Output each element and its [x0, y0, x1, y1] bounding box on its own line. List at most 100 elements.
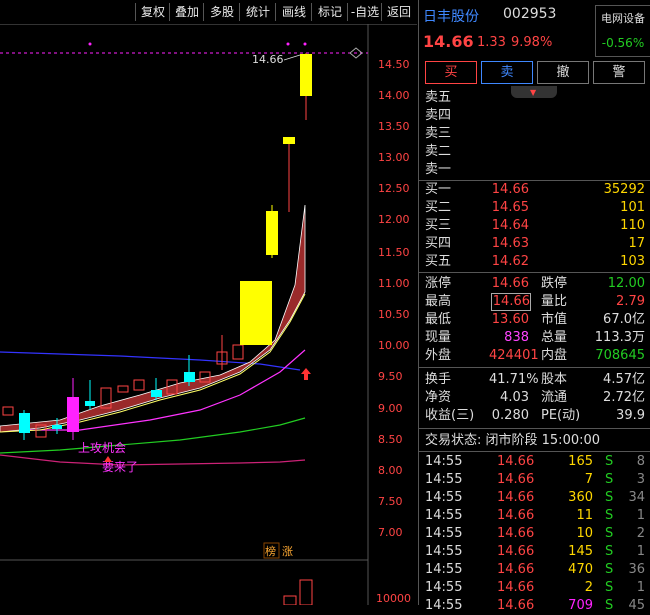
tick-row: 14:55 14.66 709 S 45: [425, 598, 645, 613]
price-label: 12.50: [378, 182, 410, 195]
price-label: 7.00: [378, 526, 403, 539]
tick-row: 14:55 14.66 470 S 36: [425, 562, 645, 577]
candle: [67, 397, 79, 432]
divider: [419, 367, 650, 368]
chart-toolbar: 复权 叠加 多股 统计 画线 标记 -自选 返回: [0, 0, 417, 25]
quote-row: 净资 4.03 流通 2.72亿: [425, 390, 645, 405]
bid-row: 买二 14.65 101: [425, 200, 645, 215]
price-label: 14.50: [378, 58, 410, 71]
statistics-button[interactable]: 统计: [239, 3, 276, 21]
candle: [300, 54, 312, 96]
bid-row: 买四 14.63 17: [425, 236, 645, 251]
candle: [184, 372, 195, 382]
candlesticks: [2, 53, 312, 440]
price-label: 8.50: [378, 433, 403, 446]
price-label: 9.00: [378, 402, 403, 415]
high-price-label: 14.66: [252, 53, 284, 66]
bid-row: 买一 14.66 35292: [425, 182, 645, 197]
mark-button[interactable]: 标记: [311, 3, 348, 21]
bid-row: 买三 14.64 110: [425, 218, 645, 233]
multi-stock-button[interactable]: 多股: [203, 3, 240, 21]
price-label: 14.00: [378, 89, 410, 102]
price-change-pct: 9.98%: [511, 35, 553, 50]
trade-status: 交易状态: 闭市阶段 15:00:00: [425, 433, 601, 448]
price-label: 7.50: [378, 495, 403, 508]
ask-row: 卖五: [425, 90, 452, 105]
sector-name: 电网设备: [601, 12, 645, 25]
small-up-arrow-icon: [104, 456, 112, 462]
remove-watchlist-button[interactable]: -自选: [347, 3, 382, 21]
tick-row: 14:55 14.66 10 S 2: [425, 526, 645, 541]
candle: [133, 379, 145, 391]
quote-row: 换手 41.71% 股本 4.57亿: [425, 372, 645, 387]
candle: [232, 344, 244, 360]
current-price: 14.66: [423, 32, 474, 51]
kline-svg: 14.50 14.00 13.50 13.00 12.50 12.00 11.5…: [0, 24, 411, 606]
price-label: 12.00: [378, 213, 410, 226]
ask-row: 卖四: [425, 108, 452, 123]
badge-rank: 榜: [265, 544, 276, 558]
ask-row: 卖三: [425, 126, 452, 141]
candle: [85, 401, 95, 406]
quote-panel: 日丰股份 002953 电网设备 -0.56% 14.66 1.33 9.98%…: [418, 0, 650, 613]
price-label: 11.00: [378, 277, 410, 290]
quote-row: 最低 13.60 市值 67.0亿: [425, 312, 645, 327]
cancel-order-button[interactable]: 撤: [537, 61, 589, 84]
back-button[interactable]: 返回: [381, 3, 416, 21]
candle: [266, 211, 278, 255]
price-label: 13.00: [378, 151, 410, 164]
draw-line-button[interactable]: 画线: [275, 3, 312, 21]
divider: [419, 451, 650, 452]
annotation-opportunity: 上攻机会: [78, 441, 126, 455]
volume-label: 10000: [376, 592, 411, 605]
price-change: 1.33: [477, 35, 506, 50]
candle: [151, 390, 162, 397]
marker-dot: [88, 42, 92, 46]
divider: [419, 428, 650, 429]
quote-row: 收益(三) 0.280 PE(动) 39.9: [425, 408, 645, 423]
tick-row: 14:55 14.66 11 S 1: [425, 508, 645, 523]
buy-button[interactable]: 买: [425, 61, 477, 84]
tick-row: 14:55 14.66 2 S 1: [425, 580, 645, 595]
bid-row: 买五 14.62 103: [425, 254, 645, 269]
alert-button[interactable]: 警: [593, 61, 645, 84]
stock-name[interactable]: 日丰股份: [423, 6, 479, 26]
price-label: 11.50: [378, 246, 410, 259]
candle: [2, 406, 14, 416]
tick-row: 14:55 14.66 7 S 3: [425, 472, 645, 487]
quote-row: 外盘 424401 内盘 708645: [425, 348, 645, 363]
volume-bar: [299, 579, 313, 606]
price-label: 8.00: [378, 464, 403, 477]
quote-row: 涨停 14.66 跌停 12.00: [425, 276, 645, 291]
up-arrow-icon: [301, 368, 311, 380]
candle: [19, 413, 30, 433]
sector-change: -0.56%: [601, 36, 645, 50]
ask-row: 卖二: [425, 144, 452, 159]
ask-row: 卖一: [425, 162, 452, 177]
volume-bar: [283, 595, 297, 606]
price-label: 10.50: [378, 308, 410, 321]
candle: [240, 281, 272, 345]
quote-row: 现量 838 总量 113.3万: [425, 330, 645, 345]
kline-chart[interactable]: 14.50 14.00 13.50 13.00 12.50 12.00 11.5…: [0, 24, 417, 606]
tick-row: 14:55 14.66 165 S 8: [425, 454, 645, 469]
candle: [52, 425, 62, 429]
sell-button[interactable]: 卖: [481, 61, 533, 84]
candle: [117, 385, 129, 393]
marker-dot: [303, 42, 307, 46]
sector-box[interactable]: 电网设备 -0.56%: [595, 5, 650, 57]
overlay-button[interactable]: 叠加: [169, 3, 204, 21]
divider: [419, 272, 650, 273]
annotation-coming: 要来了: [102, 460, 138, 474]
tick-row: 14:55 14.66 360 S 34: [425, 490, 645, 505]
price-label: 9.50: [378, 370, 403, 383]
badge-limit-up: 涨: [282, 545, 293, 558]
candle: [283, 137, 295, 144]
tick-row: 14:55 14.66 145 S 1: [425, 544, 645, 559]
quote-row: 最高 14.66 量比 2.79: [425, 293, 645, 311]
price-label: 13.50: [378, 120, 410, 133]
high-pointer: [283, 54, 301, 61]
price-label: 10.00: [378, 339, 410, 352]
restore-rights-button[interactable]: 复权: [135, 3, 170, 21]
marker-dot: [286, 42, 290, 46]
